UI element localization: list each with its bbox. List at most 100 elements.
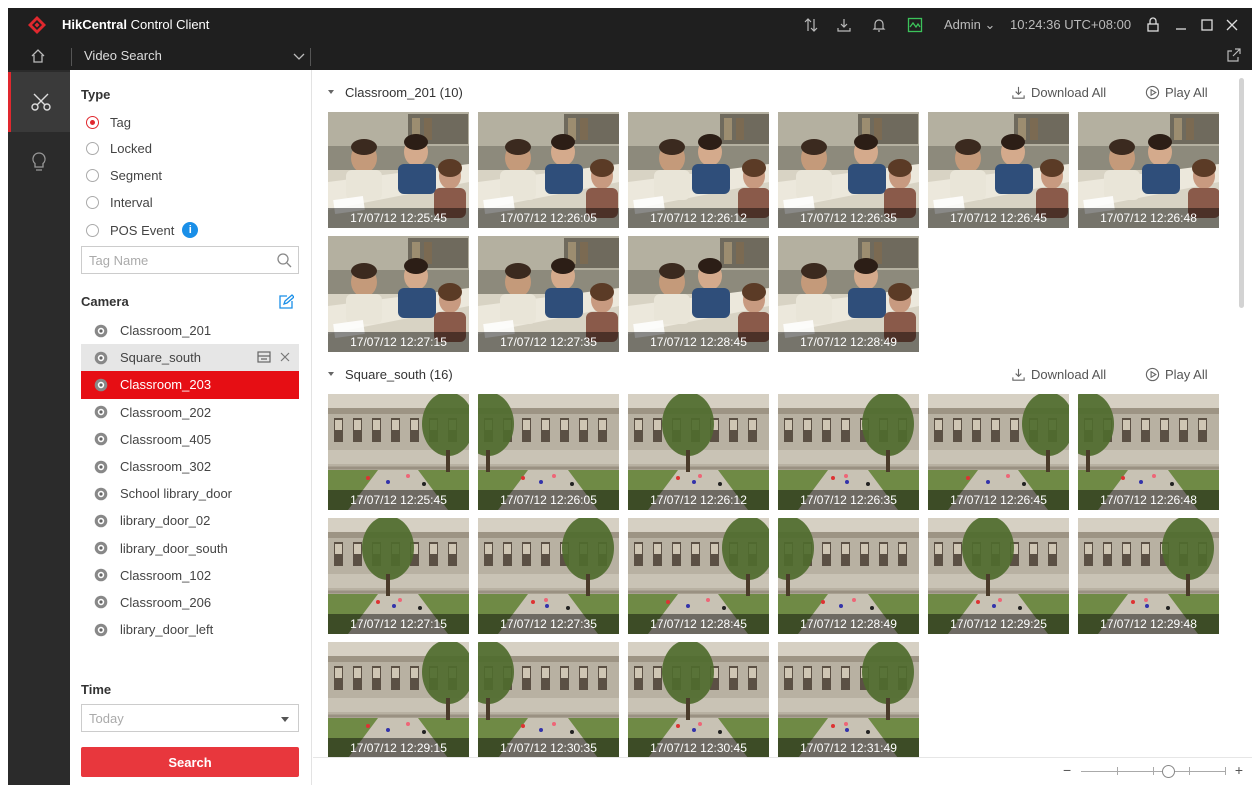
vertical-scrollbar[interactable] [1239,78,1244,308]
video-thumbnail[interactable]: 17/07/12 12:26:48 [1078,112,1219,228]
video-thumbnail[interactable]: 17/07/12 12:27:35 [478,518,619,634]
radio-button[interactable] [86,195,99,209]
camera-item[interactable]: Classroom_203 [81,371,299,399]
video-thumbnail[interactable]: 17/07/12 12:26:45 [928,112,1069,228]
download-icon[interactable] [834,15,854,35]
video-thumbnail[interactable]: 17/07/12 12:25:45 [328,112,469,228]
video-thumbnail[interactable]: 17/07/12 12:29:25 [928,518,1069,634]
edit-icon[interactable] [278,294,294,310]
camera-icon [94,596,108,609]
video-thumbnail[interactable]: 17/07/12 12:27:15 [328,518,469,634]
radio-button[interactable] [86,168,99,182]
rail-item-video-search[interactable] [8,72,70,132]
radio-type-tag[interactable]: Tag [86,112,131,132]
radio-type-interval[interactable]: Interval [86,192,153,212]
home-icon[interactable] [28,46,48,66]
camera-item[interactable]: library_door_south [81,535,299,562]
camera-item[interactable]: Classroom_205 [81,643,299,649]
camera-item[interactable]: Square_south [81,344,299,372]
camera-name: Classroom_203 [120,377,212,393]
health-monitor-icon[interactable] [905,15,925,35]
lock-icon[interactable] [1143,15,1163,35]
camera-icon [94,623,108,636]
camera-item[interactable]: Classroom_206 [81,589,299,616]
download-all-button[interactable]: Download All [1011,367,1106,382]
group-title: Square_south (16) [345,367,453,382]
video-thumbnail[interactable]: 17/07/12 12:29:15 [328,642,469,758]
user-name: Admin [944,17,981,32]
info-icon[interactable]: i [182,222,199,238]
lightbulb-icon [32,152,46,171]
video-thumbnail[interactable]: 17/07/12 12:26:35 [778,112,919,228]
camera-item[interactable]: School library_door [81,480,299,507]
title-row: HikCentral Control Client Admin ⌄ 10:24:… [8,8,1252,42]
close-icon[interactable] [1222,15,1242,35]
video-thumbnail[interactable]: 17/07/12 12:26:12 [628,112,769,228]
video-thumbnail[interactable]: 17/07/12 12:27:15 [328,236,469,352]
video-thumbnail[interactable]: 17/07/12 12:25:45 [328,394,469,510]
module-dropdown[interactable]: Video Search [84,45,312,67]
camera-name: Classroom_206 [120,594,212,610]
collapse-caret-icon[interactable] [328,90,334,94]
pop-out-icon[interactable] [1226,47,1242,63]
radio-label: POS Event [110,222,175,238]
camera-item[interactable]: library_door_left [81,616,299,643]
camera-icon [94,514,108,528]
video-thumbnail[interactable]: 17/07/12 12:28:49 [778,518,919,634]
video-thumbnail[interactable]: 17/07/12 12:30:35 [478,642,619,758]
zoom-track[interactable] [1081,765,1226,778]
camera-item[interactable]: library_door_02 [81,507,299,534]
video-player-icon[interactable] [257,350,271,364]
camera-item[interactable]: Classroom_302 [81,453,299,480]
camera-item[interactable]: Classroom_102 [81,562,299,589]
zoom-in-button[interactable]: + [1235,762,1243,778]
video-thumbnail[interactable]: 17/07/12 12:30:45 [628,642,769,758]
video-thumbnail[interactable]: 17/07/12 12:26:48 [1078,394,1219,510]
search-icon[interactable] [276,252,292,268]
video-thumbnail[interactable]: 17/07/12 12:26:05 [478,112,619,228]
video-thumbnail[interactable]: 17/07/12 12:28:45 [628,518,769,634]
time-range-dropdown[interactable]: Today [81,704,299,732]
zoom-handle[interactable] [1161,765,1175,778]
zoom-out-button[interactable]: − [1063,762,1071,778]
video-thumbnail[interactable]: 17/07/12 12:28:45 [628,236,769,352]
video-thumbnail[interactable]: 17/07/12 12:26:05 [478,394,619,510]
remove-icon[interactable] [279,351,291,363]
radio-button[interactable] [86,141,99,155]
camera-item[interactable]: Classroom_202 [81,399,299,426]
thumbnail-timestamp: 17/07/12 12:27:35 [478,614,619,634]
download-all-button[interactable]: Download All [1011,85,1106,100]
video-thumbnail[interactable]: 17/07/12 12:26:12 [628,394,769,510]
camera-name: library_door_left [120,622,214,638]
camera-name: library_door_02 [120,513,211,529]
user-menu[interactable]: Admin ⌄ [944,17,995,33]
rail-item-tips[interactable] [8,132,70,192]
minimize-icon[interactable] [1171,15,1191,35]
radio-button[interactable] [86,115,99,129]
camera-item[interactable]: Classroom_201 [81,317,299,344]
video-thumbnail[interactable]: 17/07/12 12:26:45 [928,394,1069,510]
search-button[interactable]: Search [81,747,299,777]
maximize-icon[interactable] [1197,15,1217,35]
video-thumbnail[interactable]: 17/07/12 12:31:49 [778,642,919,758]
thumbnail-zoom-slider[interactable]: − + [1063,762,1243,782]
radio-button[interactable] [86,223,99,237]
radio-type-locked[interactable]: Locked [86,138,152,158]
camera-name: Classroom_102 [120,567,212,583]
hikcentral-logo-icon [28,16,46,34]
video-thumbnail[interactable]: 17/07/12 12:27:35 [478,236,619,352]
thumbnail-timestamp: 17/07/12 12:30:45 [628,738,769,758]
camera-item[interactable]: Classroom_405 [81,426,299,453]
radio-type-segment[interactable]: Segment [86,165,162,185]
radio-type-pos-event[interactable]: POS Event i [86,220,199,240]
collapse-caret-icon[interactable] [328,372,334,376]
transfer-icon[interactable] [801,15,821,35]
bell-icon[interactable] [869,15,889,35]
camera-name: Classroom_405 [120,431,212,447]
play-all-button[interactable]: Play All [1145,367,1208,382]
video-thumbnail[interactable]: 17/07/12 12:26:35 [778,394,919,510]
play-all-button[interactable]: Play All [1145,85,1208,100]
video-thumbnail[interactable]: 17/07/12 12:29:48 [1078,518,1219,634]
video-thumbnail[interactable]: 17/07/12 12:28:49 [778,236,919,352]
tag-name-input[interactable] [82,247,272,273]
